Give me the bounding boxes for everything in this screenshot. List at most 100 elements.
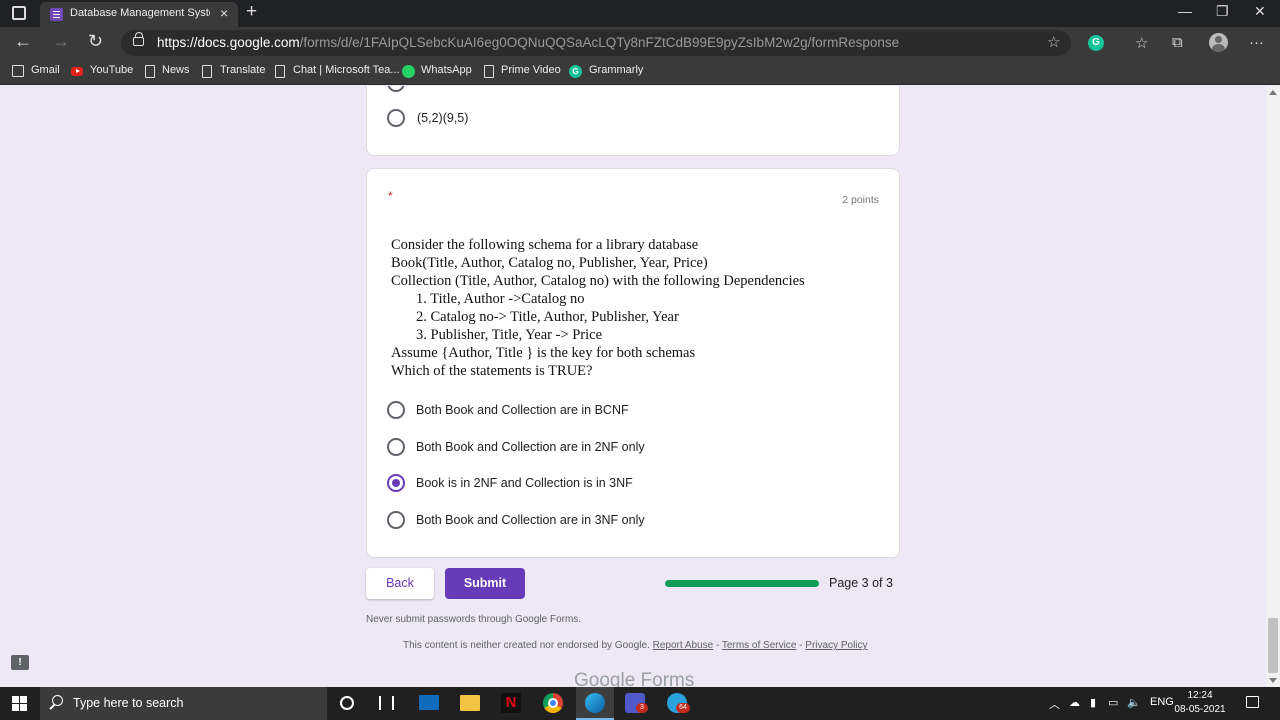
bookmark-youtube[interactable]: YouTube: [90, 64, 133, 76]
radio-option-3nf-only[interactable]: [387, 511, 405, 529]
option-label[interactable]: Book is in 2NF and Collection is in 3NF: [416, 476, 633, 490]
radio-option[interactable]: [387, 109, 405, 127]
radio-option-2nf-only[interactable]: [387, 438, 405, 456]
restore-button[interactable]: ❐: [1216, 3, 1229, 20]
grammarly-icon: G: [569, 65, 582, 78]
windows-taskbar: Type here to search N 3 64 ︿ ☁ ▮ ▭ 🔈 ENG…: [0, 687, 1280, 720]
points-label: 2 points: [842, 194, 879, 206]
favorites-icon[interactable]: ☆: [1135, 34, 1148, 52]
form-page: (5,2)(9,5) * 2 points Consider the follo…: [0, 86, 1266, 687]
privacy-link[interactable]: Privacy Policy: [805, 640, 867, 651]
search-icon: [52, 695, 63, 706]
new-tab-button[interactable]: +: [246, 1, 257, 23]
progress-bar: [665, 580, 819, 587]
browser-tab[interactable]: Database Management System ×: [40, 2, 238, 27]
page-icon: [202, 65, 212, 78]
dependency-line: 1. Title, Author ->Catalog no: [416, 291, 585, 307]
tab-close-icon[interactable]: ×: [220, 5, 228, 21]
bookmark-prime-video[interactable]: Prime Video: [501, 64, 561, 76]
option-label: (5,2)(9,5): [417, 111, 469, 125]
page-scrollbar[interactable]: [1266, 86, 1280, 687]
search-placeholder: Type here to search: [73, 696, 184, 710]
whatsapp-icon: [402, 65, 415, 78]
report-abuse-link[interactable]: Report Abuse: [653, 640, 714, 651]
window-menu-icon[interactable]: [12, 6, 26, 20]
question-line: Collection (Title, Author, Catalog no) w…: [391, 273, 805, 289]
show-hidden-icons-chevron-icon[interactable]: ︿: [1049, 696, 1060, 712]
page-icon: [145, 65, 155, 78]
collections-icon[interactable]: ⧉: [1172, 34, 1183, 51]
bookmark-news[interactable]: News: [162, 64, 190, 76]
tab-title: Database Management System: [70, 7, 210, 19]
reload-icon[interactable]: ↻: [88, 31, 103, 52]
forward-arrow-icon[interactable]: →: [52, 31, 70, 52]
url-host: https://docs.google.com: [157, 35, 300, 50]
grammarly-extension-icon[interactable]: G: [1088, 35, 1104, 51]
submit-button[interactable]: Submit: [445, 568, 525, 599]
option-label[interactable]: Both Book and Collection are in 3NF only: [416, 513, 645, 527]
scroll-thumb[interactable]: [1268, 618, 1278, 673]
feedback-icon[interactable]: !: [11, 655, 29, 670]
question-image-text: Consider the following schema for a libr…: [391, 236, 805, 380]
previous-question-card: (5,2)(9,5): [366, 86, 900, 156]
bookmark-gmail[interactable]: Gmail: [31, 64, 60, 76]
microphone-icon[interactable]: ▮: [1090, 696, 1096, 709]
minimize-button[interactable]: —: [1178, 3, 1192, 19]
required-asterisk: *: [388, 189, 393, 203]
radio-option-bcnf[interactable]: [387, 401, 405, 419]
clock-time: 12:24: [1187, 690, 1213, 701]
menu-dots-icon[interactable]: ···: [1249, 34, 1264, 51]
teams-badge: 3: [636, 703, 648, 713]
close-window-button[interactable]: ✕: [1254, 3, 1266, 20]
browser-tab-strip: Database Management System × + — ❐ ✕: [0, 0, 1280, 27]
windows-start-icon[interactable]: [12, 696, 27, 711]
bookmark-grammarly[interactable]: Grammarly: [589, 64, 643, 76]
url-path: /forms/d/e/1FAIpQLSebcKuAI6eg0OQNuQQSaAc…: [299, 35, 900, 50]
scroll-up-icon[interactable]: [1269, 90, 1277, 95]
password-warning: Never submit passwords through Google Fo…: [366, 614, 582, 625]
page-icon: [484, 65, 494, 78]
onedrive-cloud-icon[interactable]: ☁: [1069, 696, 1080, 709]
cortana-icon[interactable]: [340, 696, 354, 710]
browser-toolbar: ← → ↻ https://docs.google.com/forms/d/e/…: [0, 27, 1280, 59]
bookmark-whatsapp[interactable]: WhatsApp: [421, 64, 472, 76]
clock-date: 08-05-2021: [1174, 704, 1226, 715]
favorite-star-icon[interactable]: ☆: [1047, 33, 1060, 51]
scroll-down-icon[interactable]: [1269, 678, 1277, 683]
url-text: https://docs.google.com/forms/d/e/1FAIpQ…: [157, 35, 899, 50]
system-clock[interactable]: 12:24 08-05-2021: [1168, 689, 1232, 717]
profile-avatar[interactable]: [1209, 33, 1228, 52]
telegram-badge: 64: [676, 703, 690, 713]
google-forms-icon: [50, 8, 63, 21]
file-explorer-icon[interactable]: [460, 695, 480, 711]
question-line: Which of the statements is TRUE?: [391, 363, 593, 379]
task-view-icon[interactable]: [379, 696, 394, 710]
taskbar-search[interactable]: Type here to search: [40, 687, 327, 720]
radio-option-2nf-3nf-selected[interactable]: [387, 474, 405, 492]
option-label[interactable]: Both Book and Collection are in BCNF: [416, 403, 629, 417]
dependency-line: 3. Publisher, Title, Year -> Price: [416, 327, 603, 343]
netflix-icon[interactable]: N: [501, 693, 521, 713]
battery-icon[interactable]: ▭: [1108, 696, 1118, 709]
mail-app-icon[interactable]: [419, 695, 439, 710]
google-forms-logo[interactable]: Google Forms: [574, 670, 694, 687]
back-button[interactable]: Back: [366, 568, 434, 599]
bookmark-translate[interactable]: Translate: [220, 64, 265, 76]
notification-center-icon[interactable]: [1246, 696, 1259, 708]
gmail-icon: [12, 65, 24, 77]
address-bar[interactable]: https://docs.google.com/forms/d/e/1FAIpQ…: [121, 30, 1071, 56]
youtube-icon: [71, 67, 83, 76]
chrome-icon[interactable]: [543, 693, 563, 713]
bookmarks-bar: Gmail YouTube News Translate Chat | Micr…: [0, 59, 1280, 85]
option-label[interactable]: Both Book and Collection are in 2NF only: [416, 440, 645, 454]
volume-icon[interactable]: 🔈: [1127, 696, 1141, 709]
question-line: Assume {Author, Title } is the key for b…: [391, 345, 696, 361]
edge-icon[interactable]: [585, 693, 605, 713]
radio-option[interactable]: [387, 86, 405, 92]
bookmark-teams-chat[interactable]: Chat | Microsoft Tea...: [293, 64, 400, 76]
terms-link[interactable]: Terms of Service: [722, 640, 796, 651]
lock-icon[interactable]: [133, 32, 144, 46]
back-arrow-icon[interactable]: ←: [14, 31, 32, 52]
page-icon: [275, 65, 285, 78]
footer-disclaimer: This content is neither created nor endo…: [403, 640, 868, 651]
